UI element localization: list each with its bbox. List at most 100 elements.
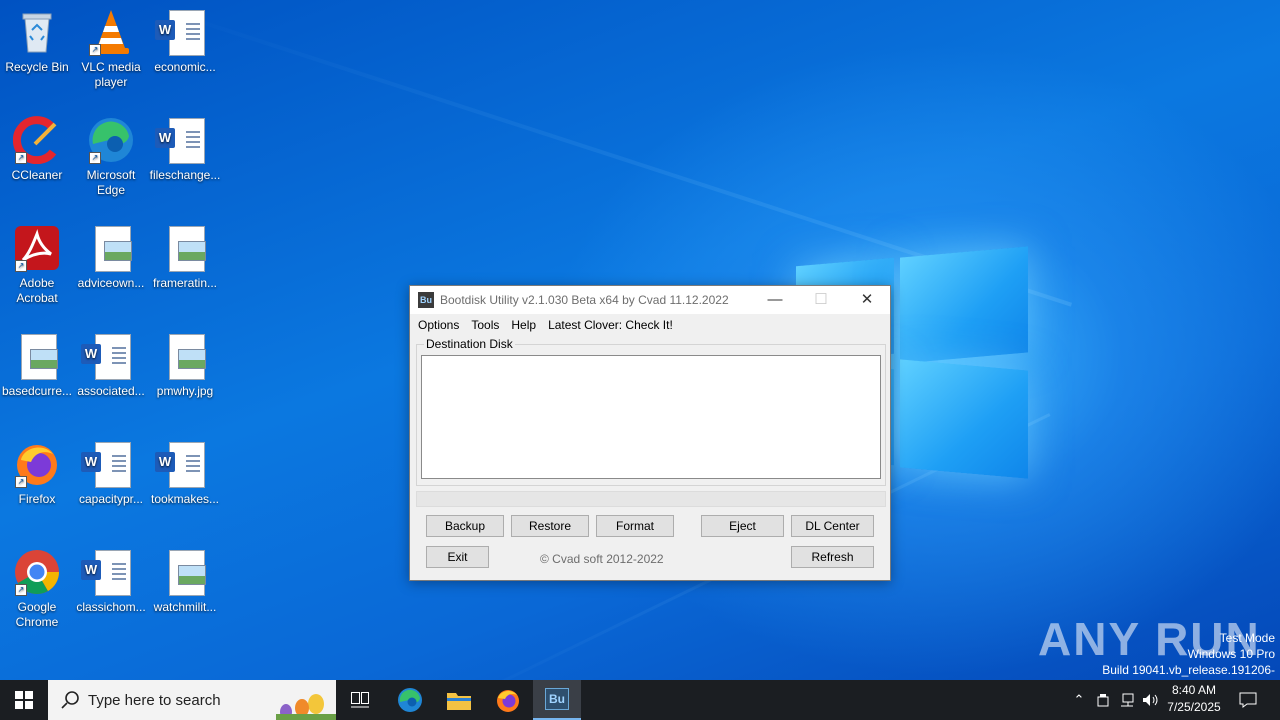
- desktop-icon-adobe-acrobat[interactable]: ↗ Adobe Acrobat: [0, 224, 74, 306]
- taskbar-file-explorer-button[interactable]: [435, 680, 483, 720]
- desktop-icon-label: Firefox: [18, 492, 56, 506]
- speaker-icon: [1143, 694, 1158, 706]
- desktop-icon-label: fileschange...: [149, 168, 221, 182]
- shortcut-arrow-icon: ↗: [15, 260, 27, 272]
- bootdisk-utility-window: Bu Bootdisk Utility v2.1.030 Beta x64 by…: [409, 285, 891, 581]
- show-hidden-icons-button[interactable]: ⌃: [1068, 680, 1090, 720]
- menu-options[interactable]: Options: [418, 318, 467, 332]
- image-file-icon: [161, 548, 209, 596]
- windows-logo-pane: [900, 246, 1028, 364]
- bootdisk-app-icon: Bu: [418, 292, 434, 308]
- image-file-icon: [87, 224, 135, 272]
- desktop-icon-edge[interactable]: ↗ Microsoft Edge: [74, 116, 148, 198]
- firefox-icon: [497, 690, 519, 712]
- network-icon: [1121, 693, 1134, 707]
- desktop-icon-label: watchmilit...: [153, 600, 217, 614]
- desktop-icon-firefox[interactable]: ↗ Firefox: [0, 440, 74, 507]
- windows-start-icon: [15, 691, 33, 709]
- menu-latest-clover[interactable]: Latest Clover: Check It!: [548, 318, 681, 332]
- desktop-icon-label: capacitypr...: [78, 492, 144, 506]
- desktop-icon-chrome[interactable]: ↗ Google Chrome: [0, 548, 74, 630]
- notification-icon: [1239, 692, 1257, 708]
- desktop-icon-label: frameratin...: [152, 276, 218, 290]
- ccleaner-icon: ↗: [12, 116, 61, 165]
- word-document-icon: W: [81, 440, 135, 488]
- firefox-icon: ↗: [13, 440, 61, 488]
- clock-time: 8:40 AM: [1171, 683, 1217, 697]
- search-icon: [61, 691, 79, 709]
- desktop-icon-label: associated...: [77, 384, 145, 398]
- image-file-icon: [161, 224, 209, 272]
- desktop-icon-pmwhy[interactable]: pmwhy.jpg: [148, 332, 222, 399]
- maximize-button: ☐: [798, 286, 844, 314]
- destination-disk-group: Destination Disk: [416, 337, 886, 486]
- vlc-cone-icon: ↗: [87, 8, 135, 56]
- minimize-icon: —: [767, 291, 783, 308]
- search-highlight-flowers-icon: [276, 694, 336, 720]
- watermark-line: Windows 10 Pro: [1187, 647, 1275, 661]
- taskbar-clock[interactable]: 8:40 AM 7/25/2025: [1160, 682, 1228, 716]
- dl-center-button[interactable]: DL Center: [791, 515, 874, 537]
- desktop-icon-economic[interactable]: W economic...: [148, 8, 222, 75]
- exit-button[interactable]: Exit: [426, 546, 489, 568]
- desktop-icon-ccleaner[interactable]: ↗ CCleaner: [0, 116, 74, 183]
- desktop-icon-fileschange[interactable]: W fileschange...: [148, 116, 222, 183]
- word-document-icon: W: [155, 440, 209, 488]
- usb-device-icon: [1097, 694, 1109, 707]
- volume-button[interactable]: [1140, 680, 1162, 720]
- desktop-icon-adviceown[interactable]: adviceown...: [74, 224, 148, 291]
- taskbar-search-box[interactable]: Type here to search: [48, 680, 336, 720]
- destination-disk-list[interactable]: [421, 355, 881, 479]
- edge-icon: [398, 688, 422, 712]
- tray-device-button[interactable]: [1092, 680, 1114, 720]
- task-view-icon: [351, 692, 369, 708]
- progress-bar: [416, 491, 886, 507]
- shortcut-arrow-icon: ↗: [15, 584, 27, 596]
- taskbar-edge-button[interactable]: [386, 680, 434, 720]
- desktop-icon-label: CCleaner: [11, 168, 63, 182]
- minimize-button[interactable]: —: [752, 286, 798, 314]
- adobe-acrobat-icon: ↗: [13, 224, 61, 272]
- shortcut-arrow-icon: ↗: [89, 44, 101, 56]
- desktop-icon-tookmakes[interactable]: W tookmakes...: [148, 440, 222, 507]
- window-titlebar[interactable]: Bu Bootdisk Utility v2.1.030 Beta x64 by…: [410, 286, 890, 314]
- restore-button[interactable]: Restore: [511, 515, 589, 537]
- chevron-up-icon: ⌃: [1073, 692, 1085, 707]
- desktop-icon-capacitypr[interactable]: W capacitypr...: [74, 440, 148, 507]
- task-view-button[interactable]: [336, 680, 384, 720]
- refresh-button[interactable]: Refresh: [791, 546, 874, 568]
- image-file-icon: [13, 332, 61, 380]
- action-center-button[interactable]: [1232, 680, 1264, 720]
- backup-button[interactable]: Backup: [426, 515, 504, 537]
- close-button[interactable]: ✕: [844, 286, 890, 314]
- folder-icon: [447, 693, 471, 710]
- taskbar-bootdisk-button[interactable]: Bu: [533, 680, 581, 720]
- desktop-icon-label: adviceown...: [77, 276, 145, 290]
- bootdisk-taskbar-icon: Bu: [545, 688, 569, 710]
- desktop-icon-vlc[interactable]: ↗ VLC media player: [74, 8, 148, 90]
- window-title: Bootdisk Utility v2.1.030 Beta x64 by Cv…: [440, 293, 729, 307]
- desktop-icon-recycle-bin[interactable]: Recycle Bin: [0, 8, 74, 75]
- desktop-icon-classichom[interactable]: W classichom...: [74, 548, 148, 615]
- network-button[interactable]: [1116, 680, 1138, 720]
- taskbar-firefox-button[interactable]: [484, 680, 532, 720]
- start-button[interactable]: [0, 680, 48, 720]
- windows-logo-pane: [900, 359, 1028, 479]
- menu-help[interactable]: Help: [511, 318, 544, 332]
- desktop-icon-watchmilit[interactable]: watchmilit...: [148, 548, 222, 615]
- close-icon: ✕: [860, 291, 874, 308]
- image-file-icon: [161, 332, 209, 380]
- eject-button[interactable]: Eject: [701, 515, 784, 537]
- format-button[interactable]: Format: [596, 515, 674, 537]
- desktop-icon-label: economic...: [154, 60, 216, 74]
- menu-tools[interactable]: Tools: [471, 318, 507, 332]
- desktop-icon-associated[interactable]: W associated...: [74, 332, 148, 399]
- desktop-icon-label: pmwhy.jpg: [156, 384, 214, 398]
- search-placeholder: Type here to search: [88, 691, 221, 709]
- clock-date: 7/25/2025: [1167, 700, 1221, 714]
- desktop-icon-basedcurre[interactable]: basedcurre...: [0, 332, 74, 399]
- desktop-icon-frameratin[interactable]: frameratin...: [148, 224, 222, 291]
- desktop-icon-label: Microsoft Edge: [86, 168, 136, 197]
- word-document-icon: W: [81, 332, 135, 380]
- menu-bar: Options Tools Help Latest Clover: Check …: [410, 314, 890, 336]
